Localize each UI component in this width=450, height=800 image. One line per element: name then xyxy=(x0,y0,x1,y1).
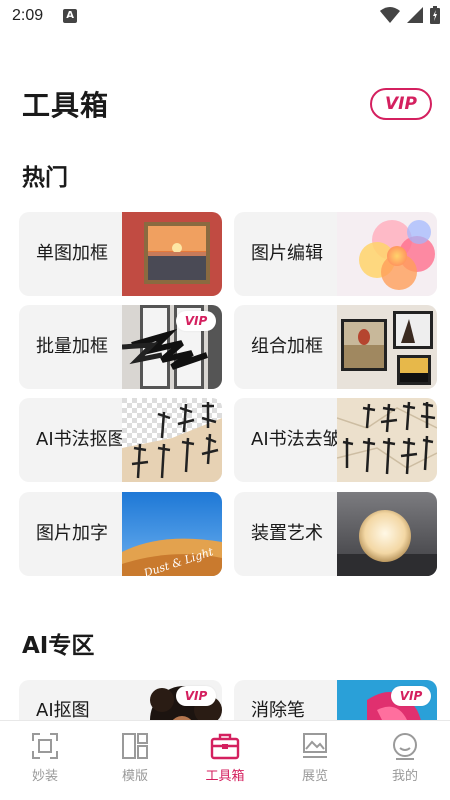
toolbox-icon xyxy=(210,733,240,760)
calligraphy-cutout-image xyxy=(122,398,222,482)
tool-card-single-frame[interactable]: 单图加框 xyxy=(19,212,222,296)
tool-card-ai-calligraphy-cutout[interactable]: AI书法抠图 xyxy=(19,398,222,482)
nav-item-toolbox[interactable]: 工具箱 xyxy=(180,721,270,800)
status-time: 2:09 xyxy=(12,7,44,24)
tool-label: 图片编辑 xyxy=(251,243,323,265)
battery-icon xyxy=(430,6,440,24)
sunset-frame-image xyxy=(122,212,222,296)
status-bar: 2:09 A xyxy=(0,0,450,32)
lamp-sphere-image xyxy=(337,492,437,576)
vip-badge: VIP xyxy=(176,686,216,706)
nav-label: 工具箱 xyxy=(205,769,245,784)
color-petals-image xyxy=(337,212,437,296)
page-title: 工具箱 xyxy=(22,89,110,122)
vip-button[interactable]: VIP xyxy=(370,88,432,120)
tool-label: 批量加框 xyxy=(36,336,108,358)
vip-badge: VIP xyxy=(176,311,216,331)
frame-corners-icon xyxy=(32,733,58,759)
tool-card-image-edit[interactable]: 图片编辑 xyxy=(234,212,437,296)
calligraphy-dewrinkle-image xyxy=(337,398,437,482)
nav-item-profile[interactable]: 我的 xyxy=(360,721,450,800)
nav-label: 展览 xyxy=(301,769,328,784)
nav-label: 模版 xyxy=(121,769,148,784)
vip-badge: VIP xyxy=(391,686,431,706)
tool-label: 装置艺术 xyxy=(251,523,323,545)
profile-icon xyxy=(393,733,417,760)
desert-text-image: Dust & Light xyxy=(122,492,222,576)
header: 工具箱 VIP xyxy=(22,84,432,124)
signal-icon xyxy=(407,7,423,23)
tool-card-add-text[interactable]: 图片加字 Dust & Light xyxy=(19,492,222,576)
nav-label: 妙装 xyxy=(31,769,58,784)
combo-frames-image xyxy=(337,305,437,389)
tool-label: 图片加字 xyxy=(36,523,108,545)
bottom-nav: 妙装 模版 工具箱 展览 我的 xyxy=(0,720,450,800)
tool-card-ai-calligraphy-dewrinkle[interactable]: AI书法去皱 xyxy=(234,398,437,482)
section-title-hot: 热门 xyxy=(22,165,68,191)
tool-label: AI书法去皱 xyxy=(251,429,341,451)
status-icons xyxy=(380,6,440,24)
accessibility-icon: A xyxy=(63,9,78,23)
tool-card-installation-art[interactable]: 装置艺术 xyxy=(234,492,437,576)
nav-item-exhibition[interactable]: 展览 xyxy=(270,721,360,800)
tool-card-combo-frame[interactable]: 组合加框 xyxy=(234,305,437,389)
exhibition-icon xyxy=(303,733,327,758)
tool-label: AI书法抠图 xyxy=(36,429,126,451)
tool-label: 单图加框 xyxy=(36,243,108,265)
section-title-ai: AI专区 xyxy=(22,633,95,659)
tool-label: 组合加框 xyxy=(251,336,323,358)
nav-item-templates[interactable]: 模版 xyxy=(90,721,180,800)
nav-label: 我的 xyxy=(391,769,418,784)
nav-item-decorate[interactable]: 妙装 xyxy=(0,721,90,800)
templates-icon xyxy=(122,733,148,759)
tool-card-batch-frame[interactable]: 批量加框 VIP xyxy=(19,305,222,389)
wifi-icon xyxy=(380,7,400,23)
